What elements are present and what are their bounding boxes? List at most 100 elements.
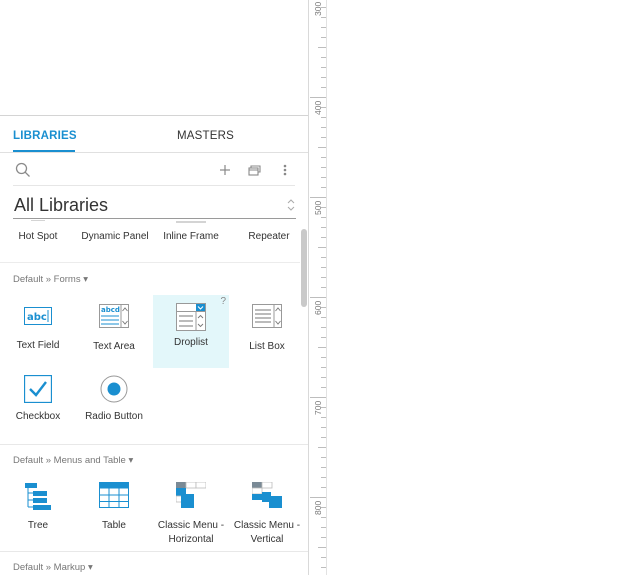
up-down-arrows-icon bbox=[287, 199, 295, 211]
widget-list-box[interactable]: List Box bbox=[229, 302, 305, 352]
ruler-tick bbox=[321, 417, 326, 418]
widget-label: Text Area bbox=[93, 341, 135, 352]
widget-label: Tree bbox=[27, 520, 49, 531]
ruler-tick bbox=[321, 487, 326, 488]
design-canvas[interactable] bbox=[328, 0, 637, 575]
search-icon[interactable] bbox=[15, 162, 31, 178]
ruler-tick bbox=[321, 317, 326, 318]
widget-tree[interactable]: Tree bbox=[0, 482, 76, 546]
section-forms-header[interactable]: Default » Forms ▾ bbox=[13, 274, 88, 285]
table-icon bbox=[99, 482, 129, 508]
widget-label: List Box bbox=[249, 341, 285, 352]
ruler-tick bbox=[318, 47, 326, 48]
widget-label: Radio Button bbox=[85, 411, 143, 422]
stack-icon bbox=[248, 165, 261, 176]
tree-icon bbox=[25, 483, 51, 510]
ruler-tick bbox=[321, 437, 326, 438]
active-tab-indicator bbox=[13, 150, 75, 152]
widget-text-area[interactable]: abcd Text Area bbox=[76, 302, 152, 352]
ruler-tick bbox=[321, 467, 326, 468]
ruler-tick bbox=[321, 17, 326, 18]
widget-list-scrollbar[interactable] bbox=[301, 229, 307, 307]
widget-label: Vertical bbox=[250, 534, 284, 545]
svg-text:abcd: abcd bbox=[101, 306, 120, 314]
ruler-tick bbox=[310, 397, 326, 398]
ruler-tick bbox=[321, 517, 326, 518]
ruler-tick bbox=[321, 337, 326, 338]
ruler-tick bbox=[321, 327, 326, 328]
ruler-tick bbox=[321, 27, 326, 28]
ruler-tick bbox=[321, 187, 326, 188]
ruler-tick bbox=[321, 387, 326, 388]
ruler-tick bbox=[321, 117, 326, 118]
ruler-tick bbox=[318, 147, 326, 148]
section-divider bbox=[0, 444, 308, 445]
tab-masters[interactable]: MASTERS bbox=[177, 130, 234, 142]
ruler-tick bbox=[321, 457, 326, 458]
ruler-tick bbox=[321, 567, 326, 568]
add-library-button[interactable] bbox=[216, 161, 234, 179]
panel-top-area bbox=[0, 0, 308, 116]
widget-dynamic-panel[interactable]: Dynamic Panel bbox=[75, 231, 155, 242]
widget-radio-button[interactable]: Radio Button bbox=[76, 375, 152, 425]
ruler-tick bbox=[321, 237, 326, 238]
ruler-tick bbox=[321, 307, 326, 308]
ruler-tick bbox=[321, 57, 326, 58]
ruler-tick bbox=[321, 207, 326, 208]
ruler-tick bbox=[321, 527, 326, 528]
plus-icon bbox=[220, 165, 230, 175]
ruler-tick bbox=[318, 347, 326, 348]
ruler-tick bbox=[321, 287, 326, 288]
library-toolbar bbox=[0, 154, 308, 186]
ruler-tick bbox=[310, 297, 326, 298]
library-select[interactable]: All Libraries bbox=[13, 193, 296, 219]
section-divider bbox=[0, 551, 308, 552]
help-icon[interactable]: ? bbox=[220, 296, 226, 307]
widget-label: Horizontal bbox=[168, 534, 214, 545]
widget-repeater[interactable]: Repeater bbox=[229, 231, 308, 242]
widget-hot-spot[interactable]: Hot Spot bbox=[0, 231, 78, 242]
ruler-tick bbox=[321, 177, 326, 178]
more-options-button[interactable] bbox=[276, 161, 294, 179]
widget-label: Classic Menu - bbox=[157, 520, 225, 531]
text-field-icon: abc bbox=[24, 307, 52, 325]
ruler-tick bbox=[321, 77, 326, 78]
list-box-icon bbox=[252, 304, 282, 328]
ruler-tick bbox=[318, 247, 326, 248]
ruler-tick bbox=[310, 97, 326, 98]
ruler-tick bbox=[321, 167, 326, 168]
ruler-tick bbox=[318, 547, 326, 548]
ruler-tick bbox=[321, 377, 326, 378]
ruler-tick bbox=[321, 407, 326, 408]
ruler-tick bbox=[321, 127, 326, 128]
import-library-button[interactable] bbox=[246, 161, 264, 179]
widget-table[interactable]: Table bbox=[76, 482, 152, 546]
widget-list: Hot Spot Dynamic Panel Inline Frame Repe… bbox=[0, 220, 308, 575]
ruler-tick bbox=[321, 7, 326, 8]
ruler-tick bbox=[321, 557, 326, 558]
ruler-tick bbox=[321, 107, 326, 108]
widget-text-field[interactable]: abc Text Field bbox=[0, 302, 76, 352]
widget-classic-menu-vertical[interactable]: Classic Menu - Vertical bbox=[229, 482, 305, 546]
droplist-icon bbox=[176, 303, 206, 331]
ruler-tick bbox=[310, 197, 326, 198]
vertical-menu-icon bbox=[252, 482, 282, 508]
library-select-value: All Libraries bbox=[14, 195, 109, 215]
widget-label: Text Field bbox=[16, 340, 60, 351]
widget-label: Checkbox bbox=[15, 411, 61, 422]
widget-checkbox[interactable]: Checkbox bbox=[0, 375, 76, 425]
svg-text:abc: abc bbox=[27, 312, 47, 323]
ruler-tick bbox=[321, 427, 326, 428]
widget-label: Droplist bbox=[174, 337, 208, 348]
ruler-tick bbox=[321, 257, 326, 258]
ruler-tick bbox=[321, 137, 326, 138]
ruler-tick bbox=[321, 267, 326, 268]
ruler-tick bbox=[310, 497, 326, 498]
widget-classic-menu-horizontal[interactable]: Classic Menu - Horizontal bbox=[153, 482, 229, 546]
section-menus-header[interactable]: Default » Menus and Table ▾ bbox=[13, 455, 133, 466]
section-markup-header[interactable]: Default » Markup ▾ bbox=[13, 562, 93, 573]
tab-libraries[interactable]: LIBRARIES bbox=[13, 130, 77, 142]
widget-droplist[interactable]: ? Droplist bbox=[153, 295, 229, 368]
widget-inline-frame[interactable]: Inline Frame bbox=[151, 231, 231, 242]
ruler-tick bbox=[321, 367, 326, 368]
